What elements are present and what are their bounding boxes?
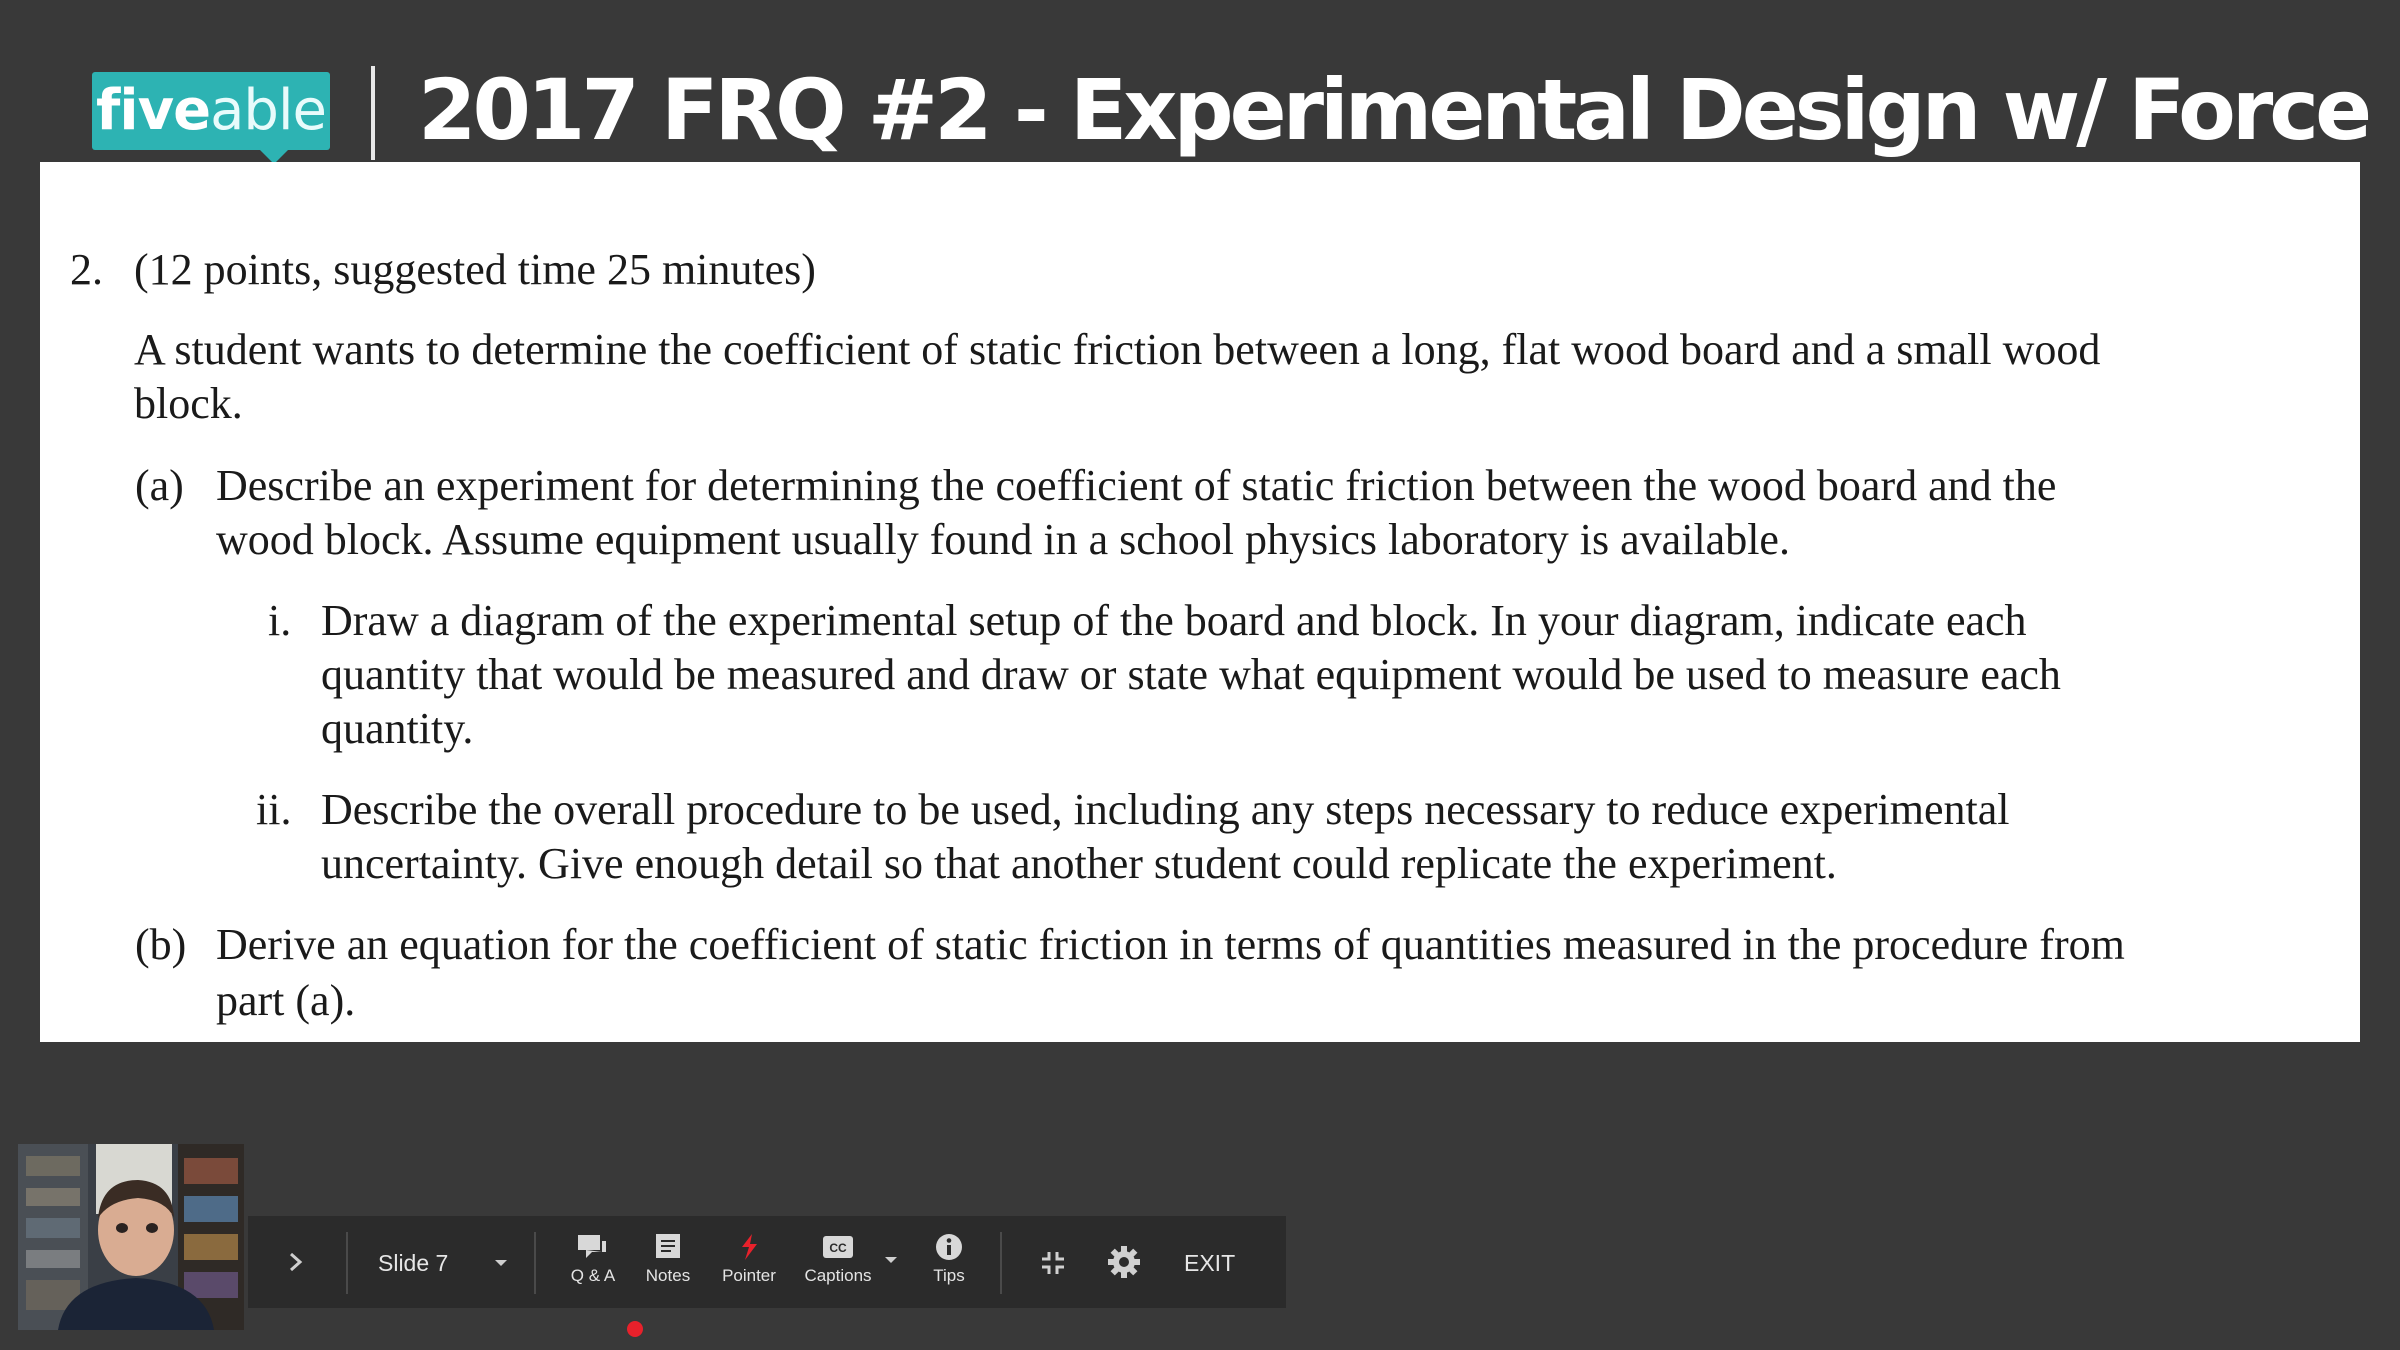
part-i-line-2: quantity that would be measured and draw… xyxy=(321,650,2061,699)
part-a-line-1: Describe an experiment for determining t… xyxy=(216,461,2057,510)
presenter-webcam xyxy=(18,1144,244,1330)
exit-fullscreen-button[interactable] xyxy=(1038,1248,1068,1278)
fiveable-logo: fiveable xyxy=(92,72,330,164)
toolbar-separator xyxy=(1000,1232,1002,1294)
header-divider xyxy=(371,66,375,160)
pointer-icon xyxy=(742,1234,757,1260)
exit-button[interactable]: EXIT xyxy=(1184,1246,1235,1280)
question-header: (12 points, suggested time 25 minutes) xyxy=(134,245,816,294)
part-b-label: (b) xyxy=(135,920,187,969)
gear-icon xyxy=(1108,1246,1140,1278)
logo-text-five: five xyxy=(96,78,211,143)
page-title: 2017 FRQ #2 - Experimental Design w/ For… xyxy=(418,61,2372,159)
part-b-line-1: Derive an equation for the coefficient o… xyxy=(216,920,2125,969)
part-ii-line-2: uncertainty. Give enough detail so that … xyxy=(321,839,1837,888)
exit-fullscreen-icon xyxy=(1042,1252,1064,1274)
captions-label: Captions xyxy=(804,1266,872,1285)
notes-icon xyxy=(656,1234,680,1258)
pointer-button[interactable]: Pointer xyxy=(714,1232,784,1286)
intro-line-2: block. xyxy=(134,379,243,428)
settings-button[interactable] xyxy=(1106,1244,1142,1280)
question-number: 2. xyxy=(70,245,103,294)
part-i-label: i. xyxy=(268,596,292,645)
svg-text:CC: CC xyxy=(829,1241,847,1255)
captions-options-button[interactable] xyxy=(884,1252,898,1263)
chat-icon xyxy=(578,1235,606,1258)
slide-content: 2. (12 points, suggested time 25 minutes… xyxy=(40,162,2360,1042)
toolbar-separator xyxy=(534,1232,536,1294)
tips-button[interactable]: Tips xyxy=(924,1232,974,1286)
part-b-line-2: part (a). xyxy=(216,976,356,1025)
chevron-right-icon xyxy=(290,1252,303,1272)
intro-line-1: A student wants to determine the coeffic… xyxy=(134,325,2101,374)
part-a-line-2: wood block. Assume equipment usually fou… xyxy=(216,515,1790,564)
part-i-line-1: Draw a diagram of the experimental setup… xyxy=(321,596,2027,645)
tips-label: Tips xyxy=(933,1266,965,1285)
qa-button[interactable]: Q & A xyxy=(568,1232,618,1286)
notes-button[interactable]: Notes xyxy=(638,1232,698,1286)
logo-text-able: able xyxy=(210,78,327,143)
captions-button[interactable]: CC Captions xyxy=(798,1232,878,1286)
part-ii-label: ii. xyxy=(256,785,292,834)
part-i-line-3: quantity. xyxy=(321,704,474,753)
toolbar-separator xyxy=(346,1232,348,1294)
captions-icon: CC xyxy=(823,1236,853,1258)
slide-selector-label: Slide 7 xyxy=(378,1250,449,1276)
part-a-label: (a) xyxy=(135,461,184,510)
pointer-label: Pointer xyxy=(722,1266,776,1285)
qa-label: Q & A xyxy=(570,1266,616,1285)
part-ii-line-1: Describe the overall procedure to be use… xyxy=(321,785,2010,834)
dropdown-arrow-icon xyxy=(885,1257,897,1263)
next-slide-button[interactable] xyxy=(286,1246,306,1278)
dropdown-arrow-icon xyxy=(495,1260,507,1266)
recording-indicator xyxy=(627,1321,643,1337)
header: fiveable 2017 FRQ #2 - Experimental Desi… xyxy=(0,0,2400,164)
presentation-toolbar: Slide 7 Q & A Notes Pointer CC Captions … xyxy=(248,1216,1286,1308)
presenter-video-image xyxy=(18,1144,244,1330)
info-icon xyxy=(936,1234,962,1260)
notes-label: Notes xyxy=(645,1266,691,1285)
slide-selector[interactable]: Slide 7 xyxy=(378,1246,508,1280)
